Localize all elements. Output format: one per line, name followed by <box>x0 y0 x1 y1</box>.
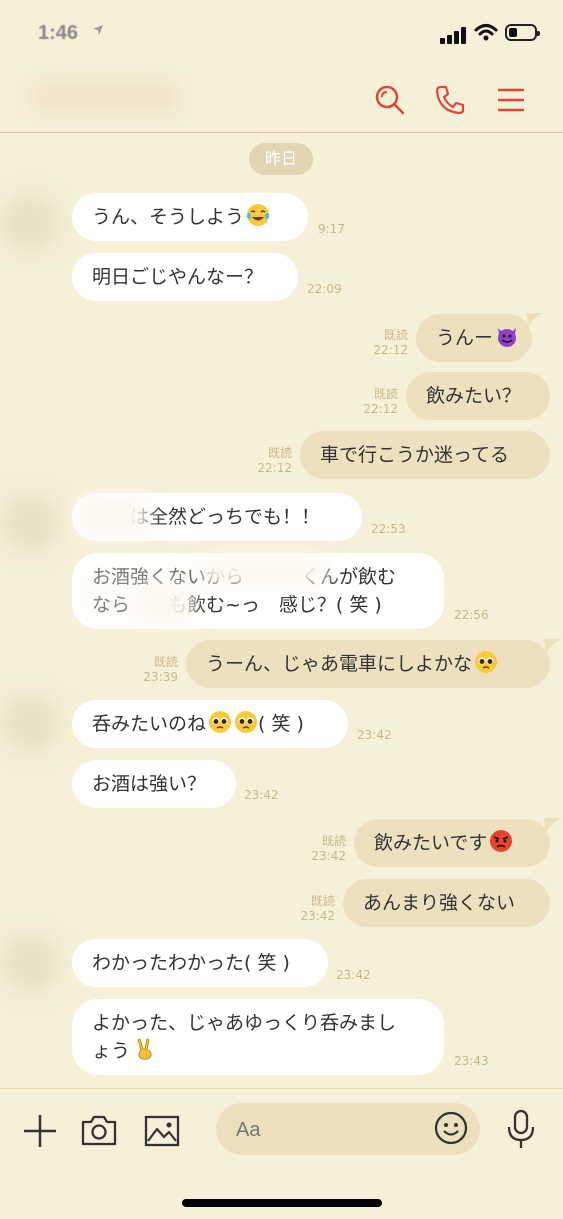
redaction-blur <box>200 555 328 585</box>
blurred-contact-name <box>30 80 180 114</box>
message-text: 呑みたいのね <box>92 713 207 735</box>
message-bubble-received[interactable]: お酒は強い？ <box>72 760 236 808</box>
redaction-blur <box>78 563 188 623</box>
message-bubble-sent[interactable]: 飲みたいです <box>354 819 550 867</box>
read-receipt: 既読 <box>321 834 346 848</box>
timestamp: 22:12 <box>257 461 292 475</box>
timestamp: 23:42 <box>244 788 279 802</box>
message-input-container <box>216 1103 480 1155</box>
status-bar: 1:46 <box>0 0 563 70</box>
timestamp: 23:42 <box>336 968 371 982</box>
image-icon[interactable] <box>144 1115 180 1151</box>
avatar <box>0 933 60 993</box>
message-text: お酒は強い？ <box>92 773 207 795</box>
avatar <box>0 493 60 553</box>
message-text: 車で行こうか迷ってる <box>320 444 510 466</box>
message-text: うん、そうしよう <box>92 206 245 228</box>
pleading-emoji <box>208 710 232 734</box>
pleading-emoji <box>474 650 498 674</box>
message-text-line: よかった、じゃあゆっくり呑みまし <box>92 1012 397 1034</box>
date-separator: 昨日 <box>249 143 313 175</box>
timestamp: 9:17 <box>318 222 345 236</box>
message-text: 飲みたい？ <box>426 385 522 407</box>
timestamp: 23:39 <box>143 670 178 684</box>
wifi-icon <box>474 22 498 46</box>
timestamp: 23:42 <box>311 849 346 863</box>
message-bubble-sent[interactable]: うーん、じゃあ電車にしよかな <box>186 640 550 688</box>
laughing-tears-emoji <box>246 203 270 227</box>
menu-icon[interactable] <box>495 84 527 116</box>
pleading-emoji <box>234 710 258 734</box>
read-receipt: 既読 <box>267 446 292 460</box>
read-receipt: 既読 <box>310 894 335 908</box>
home-indicator[interactable] <box>182 1199 382 1207</box>
message-bubble-sent[interactable]: 飲みたい？ <box>406 372 550 420</box>
read-timestamp: 既読 22:12 <box>350 387 398 417</box>
message-text: わかったわかった( 笑 ) <box>92 952 290 974</box>
read-timestamp: 既読 23:42 <box>287 894 335 924</box>
message-input-bar <box>0 1088 563 1219</box>
message-text: あんまり強くない <box>363 892 516 914</box>
devil-emoji <box>495 324 519 348</box>
timestamp: 23:43 <box>454 1054 489 1068</box>
read-timestamp: 既読 22:12 <box>244 446 292 476</box>
read-timestamp: 既読 22:12 <box>360 328 408 358</box>
signal-icon <box>440 26 468 44</box>
message-text: 明日ごじやんなー？ <box>92 266 264 288</box>
plus-icon[interactable] <box>22 1113 58 1153</box>
avatar <box>0 193 60 253</box>
camera-icon[interactable] <box>81 1113 117 1151</box>
angry-face-emoji <box>489 829 513 853</box>
timestamp: 22:12 <box>373 343 408 357</box>
message-text-line: ょう <box>92 1040 131 1062</box>
phone-icon[interactable] <box>434 84 466 116</box>
message-bubble-received[interactable]: 明日ごじやんなー？ <box>72 253 298 301</box>
timestamp: 23:42 <box>300 909 335 923</box>
message-text: は全然どっちでも！！ <box>130 506 321 528</box>
timestamp: 22:09 <box>307 282 342 296</box>
redaction-blur <box>78 496 148 538</box>
search-icon[interactable] <box>374 84 406 116</box>
avatar <box>0 693 60 753</box>
timestamp: 23:42 <box>357 728 392 742</box>
read-receipt: 既読 <box>373 387 398 401</box>
read-receipt: 既読 <box>383 328 408 342</box>
timestamp: 22:53 <box>371 522 406 536</box>
message-text: うーん、じゃあ電車にしよかな <box>206 653 473 675</box>
read-receipt: 既読 <box>153 655 178 669</box>
battery-icon <box>505 24 540 41</box>
status-time: 1:46 <box>38 22 79 44</box>
message-bubble-received[interactable]: 呑みたいのね ( 笑 ) <box>72 700 348 748</box>
message-bubble-received[interactable]: うん、そうしよう <box>72 193 308 241</box>
location-arrow-icon <box>92 24 104 40</box>
message-text: 飲みたいです <box>374 832 488 854</box>
chat-header <box>0 70 563 133</box>
microphone-icon[interactable] <box>506 1109 536 1155</box>
smiley-icon[interactable] <box>434 1111 468 1149</box>
timestamp: 22:12 <box>363 402 398 416</box>
message-bubble-sent[interactable]: 車で行こうか迷ってる <box>300 431 550 479</box>
message-input[interactable] <box>234 1113 418 1147</box>
timestamp: 22:56 <box>454 608 489 622</box>
message-bubble-received[interactable]: わかったわかった( 笑 ) <box>72 939 328 987</box>
message-text: うんー <box>436 327 494 349</box>
message-bubble-received[interactable]: よかった、じゃあゆっくり呑みまし ょう <box>72 999 444 1075</box>
victory-hand-emoji <box>132 1037 156 1061</box>
message-bubble-sent[interactable]: あんまり強くない <box>343 879 550 927</box>
read-timestamp: 既読 23:39 <box>130 655 178 685</box>
read-timestamp: 既読 23:42 <box>298 834 346 864</box>
message-bubble-sent[interactable]: うんー <box>416 314 532 362</box>
message-list[interactable]: 昨日 うん、そうしよう 9:17 明日ごじやんなー？ 22:09 うんー 既読 2… <box>0 133 563 1088</box>
message-text: ( 笑 ) <box>258 713 304 735</box>
